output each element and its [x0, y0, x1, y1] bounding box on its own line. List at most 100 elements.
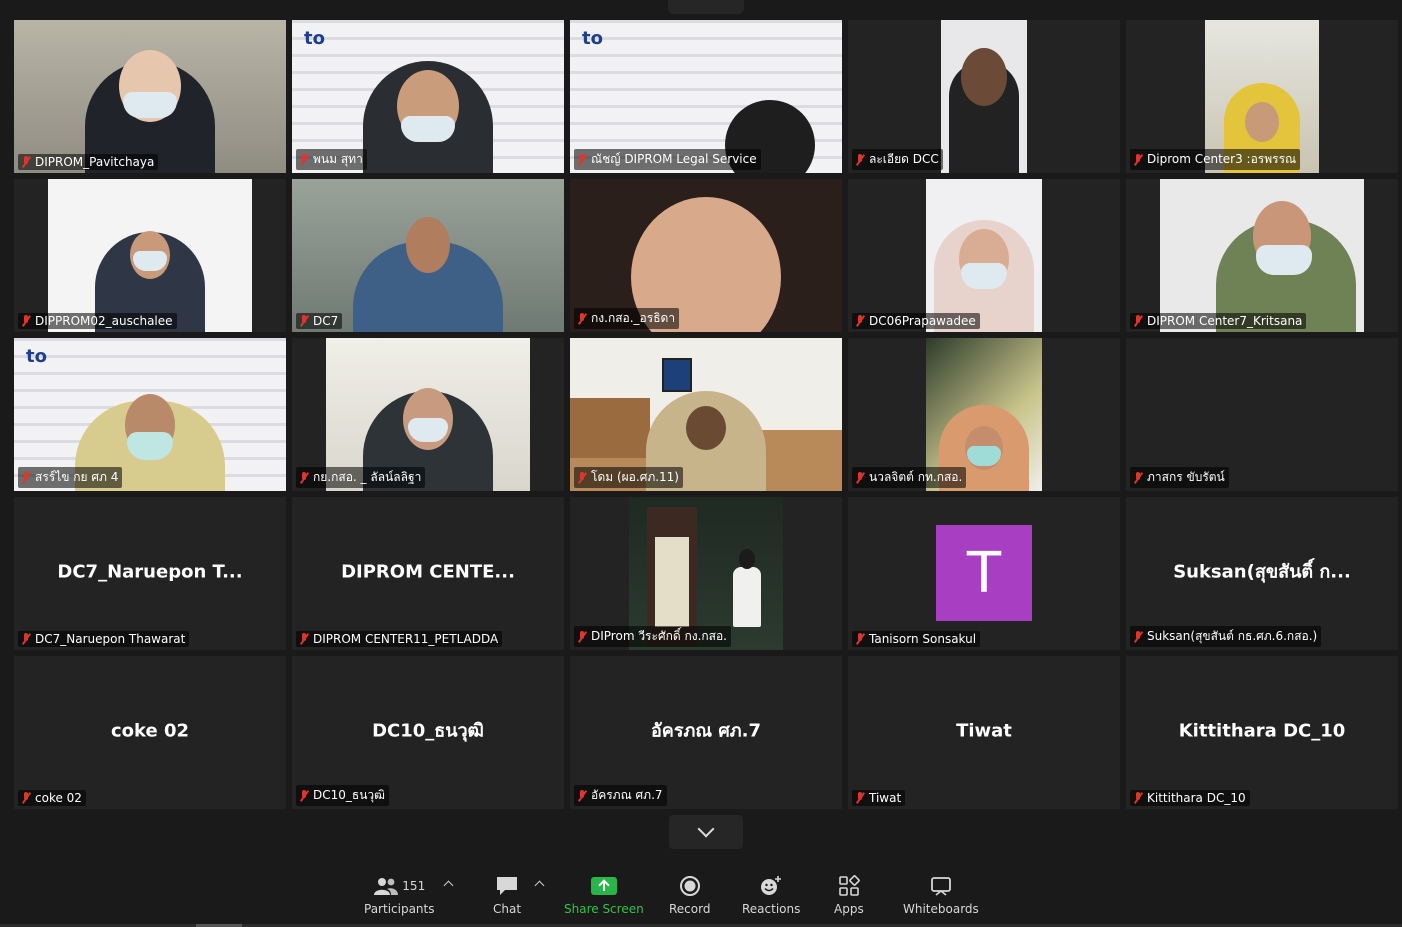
- mic-muted-icon: [21, 315, 31, 327]
- share-screen-label: Share Screen: [564, 902, 644, 916]
- video-tile[interactable]: ภาสกร ขับรัตน์: [1126, 338, 1398, 491]
- participant-display-name: DC10_ธนวุฒิ: [372, 720, 484, 742]
- video-tile[interactable]: ละเอียด DCC: [848, 20, 1120, 173]
- mic-muted-icon: [577, 471, 587, 484]
- video-tile[interactable]: กง.กสอ._อรธิดา: [570, 179, 842, 332]
- mic-muted-icon: [1133, 315, 1143, 327]
- reactions-label: Reactions: [742, 902, 801, 916]
- mic-muted-icon: [1133, 792, 1143, 804]
- video-tile[interactable]: กย.กสอ. _ ลัลน์ลลิฐา: [292, 338, 564, 491]
- video-tile[interactable]: DC10_ธนวุฒิ DC10_ธนวุฒิ: [292, 656, 564, 809]
- video-tile[interactable]: DIPPROM02_auschalee: [14, 179, 286, 332]
- video-tile[interactable]: to ณัชญ์ DIPROM Legal Service: [570, 20, 842, 173]
- participant-name: Diprom Center3 :อรพรรณ: [1130, 149, 1301, 170]
- participant-name: อัครภณ ศภ.7: [574, 785, 667, 806]
- mic-muted-icon: [577, 153, 587, 166]
- chat-button[interactable]: Chat: [493, 874, 521, 916]
- apps-icon: [839, 875, 860, 896]
- video-tile[interactable]: T Tanisorn Sonsakul: [848, 497, 1120, 650]
- meeting-toolbar: 151 Participants Chat Share Screen Recor…: [0, 862, 1402, 927]
- participant-display-name: DC7_Naruepon T...: [57, 560, 243, 582]
- participant-name: ละเอียด DCC: [852, 149, 943, 170]
- video-tile[interactable]: DIProm วีระศักดิ์ กง.กสอ.: [570, 497, 842, 650]
- video-tile[interactable]: DC7_Naruepon T... DC7_Naruepon Thawarat: [14, 497, 286, 650]
- mic-muted-icon: [299, 471, 309, 484]
- record-icon: [679, 876, 700, 896]
- mic-muted-icon: [299, 153, 309, 166]
- participant-name: coke 02: [18, 790, 86, 806]
- participant-display-name: Suksan(สุขสันติ์ ก...: [1173, 561, 1351, 583]
- mic-muted-icon: [855, 315, 865, 327]
- gallery-grid: DIPROM_Pavitchaya to พนม สุทา to ณัชญ์ D…: [14, 20, 1398, 809]
- record-button[interactable]: Record: [669, 874, 710, 916]
- participant-name: Suksan(สุขสันต์ กธ.ศภ.6.กสอ.): [1130, 626, 1322, 647]
- video-tile[interactable]: DIPROM Center7_Kritsana: [1126, 179, 1398, 332]
- mic-muted-icon: [577, 630, 587, 643]
- next-page-button[interactable]: [669, 815, 743, 849]
- video-tile[interactable]: DC06Prapawadee: [848, 179, 1120, 332]
- video-feed: [292, 179, 564, 332]
- mic-muted-icon: [299, 789, 309, 802]
- video-tile[interactable]: Tiwat Tiwat: [848, 656, 1120, 809]
- mic-muted-icon: [577, 789, 587, 802]
- mic-muted-icon: [855, 792, 865, 804]
- reactions-button[interactable]: Reactions: [742, 874, 800, 916]
- video-tile[interactable]: อัครภณ ศภ.7 อัครภณ ศภ.7: [570, 656, 842, 809]
- mic-muted-icon: [21, 792, 31, 804]
- video-tile[interactable]: Suksan(สุขสันติ์ ก... Suksan(สุขสันต์ กธ…: [1126, 497, 1398, 650]
- video-feed: [926, 179, 1042, 332]
- chevron-down-icon: [697, 820, 715, 838]
- participant-name: กย.กสอ. _ ลัลน์ลลิฐา: [296, 467, 426, 488]
- share-screen-icon: [590, 877, 617, 895]
- video-tile[interactable]: to พนม สุทา: [292, 20, 564, 173]
- video-tile[interactable]: DIPROM CENTE... DIPROM CENTER11_PETLADDA: [292, 497, 564, 650]
- share-screen-button[interactable]: Share Screen: [564, 874, 644, 916]
- chat-options-caret[interactable]: [534, 880, 545, 891]
- whiteboard-icon: [930, 877, 951, 896]
- participant-name: สรร์ไข กย ศภ 4: [18, 467, 123, 488]
- mic-muted-icon: [21, 156, 31, 168]
- participant-name: Kittithara DC_10: [1130, 790, 1250, 806]
- mic-muted-icon: [855, 633, 865, 645]
- participant-display-name: Tiwat: [956, 719, 1012, 741]
- participants-button[interactable]: 151 Participants: [364, 874, 435, 916]
- video-tile[interactable]: DIPROM_Pavitchaya: [14, 20, 286, 173]
- participant-name: DC10_ธนวุฒิ: [296, 785, 389, 806]
- apps-button[interactable]: Apps: [834, 874, 864, 916]
- participant-name: DIPPROM02_auschalee: [18, 313, 177, 329]
- video-tile[interactable]: coke 02 coke 02: [14, 656, 286, 809]
- whiteboards-button[interactable]: Whiteboards: [903, 874, 979, 916]
- avatar: T: [936, 525, 1032, 621]
- apps-label: Apps: [834, 902, 864, 916]
- video-tile[interactable]: DC7: [292, 179, 564, 332]
- chat-icon: [497, 877, 518, 895]
- whiteboards-label: Whiteboards: [903, 902, 979, 916]
- participant-name: DIProm วีระศักดิ์ กง.กสอ.: [574, 626, 731, 647]
- video-tile[interactable]: นวลจิตต์ กท.กสอ.: [848, 338, 1120, 491]
- participants-count: 151: [402, 879, 426, 893]
- participant-name: DIPROM Center7_Kritsana: [1130, 313, 1307, 329]
- top-handle[interactable]: [668, 0, 744, 14]
- participants-icon: [374, 878, 399, 895]
- reactions-icon: [761, 876, 782, 895]
- mic-muted-icon: [299, 633, 309, 645]
- chat-label: Chat: [493, 902, 522, 916]
- video-feed: [941, 20, 1027, 173]
- mic-muted-icon: [299, 315, 309, 327]
- participant-name: พนม สุทา: [296, 149, 367, 170]
- participant-display-name: อัครภณ ศภ.7: [650, 720, 761, 742]
- mic-muted-icon: [21, 633, 31, 645]
- mic-muted-icon: [21, 471, 31, 484]
- participants-options-caret[interactable]: [443, 880, 454, 891]
- video-tile[interactable]: Kittithara DC_10 Kittithara DC_10: [1126, 656, 1398, 809]
- mic-muted-icon: [1133, 630, 1143, 643]
- participant-name: Tanisorn Sonsakul: [852, 631, 981, 647]
- video-tile[interactable]: to สรร์ไข กย ศภ 4: [14, 338, 286, 491]
- video-tile[interactable]: Diprom Center3 :อรพรรณ: [1126, 20, 1398, 173]
- participant-name: DIPROM_Pavitchaya: [18, 154, 159, 170]
- mic-muted-icon: [855, 153, 865, 166]
- video-tile[interactable]: โดม (ผอ.ศภ.11): [570, 338, 842, 491]
- video-feed: [14, 20, 286, 173]
- participant-name: DIPROM CENTER11_PETLADDA: [296, 631, 503, 647]
- mic-muted-icon: [1133, 153, 1143, 166]
